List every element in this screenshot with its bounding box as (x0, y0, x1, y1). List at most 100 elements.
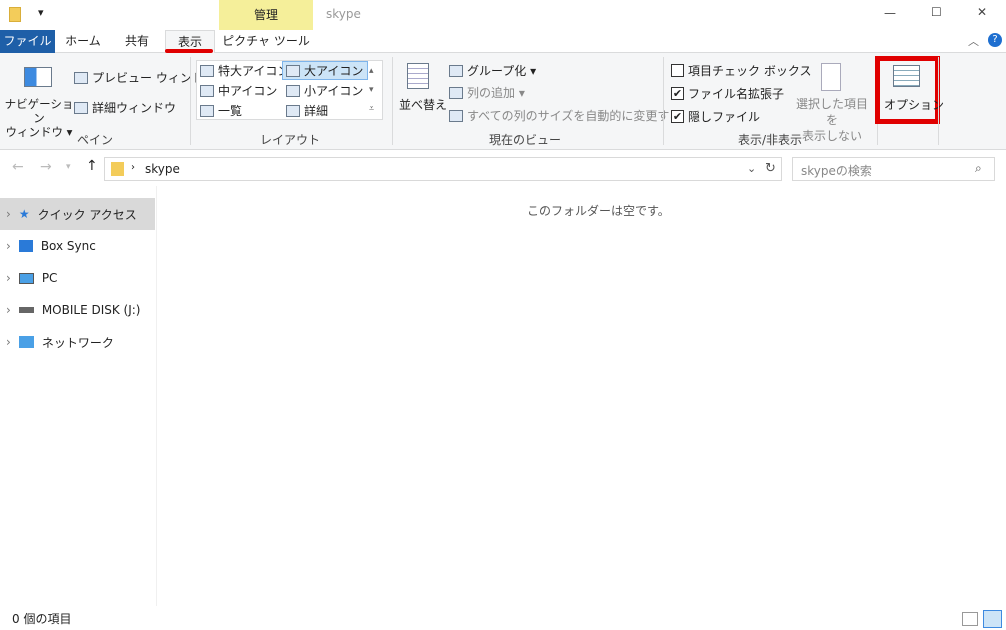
close-button[interactable]: ✕ (977, 5, 987, 19)
minimize-button[interactable]: — (884, 6, 896, 20)
search-icon[interactable]: ⌕ (975, 161, 982, 176)
context-tab-manage[interactable]: 管理 (219, 0, 313, 30)
add-column-button[interactable]: 列の追加 ▾ (449, 84, 525, 101)
layout-label: 中アイコン (218, 84, 278, 98)
medium-icons-icon (200, 84, 214, 97)
details-pane-label: 詳細ウィンドウ (92, 101, 177, 115)
file-extensions-toggle[interactable]: ✔ ファイル名拡張子 (671, 85, 784, 102)
navigation-pane-label: ナビゲーション (4, 97, 74, 125)
small-icons-icon (286, 84, 300, 97)
folder-icon (111, 162, 124, 176)
layout-label: 一覧 (218, 104, 243, 118)
expand-chevron-icon[interactable]: › (6, 303, 11, 317)
layout-label: 詳細 (304, 104, 329, 118)
refresh-icon[interactable]: ↻ (765, 161, 776, 176)
nav-label: クイック アクセス (37, 207, 137, 222)
layout-extra-large[interactable]: 特大アイコン (200, 62, 289, 79)
group-label-show-hide: 表示/非表示 (737, 133, 803, 147)
collapse-ribbon-icon[interactable]: ︿ (968, 33, 979, 49)
expand-chevron-icon[interactable]: › (6, 239, 11, 253)
expand-chevron-icon[interactable]: › (6, 335, 11, 349)
sort-icon (407, 63, 429, 89)
search-box[interactable]: skypeの検索 ⌕ (792, 157, 995, 181)
file-extensions-checkbox[interactable]: ✔ (671, 87, 684, 100)
empty-folder-message: このフォルダーは空です。 (527, 204, 670, 218)
layout-label: 大アイコン (304, 64, 364, 78)
autosize-icon (449, 109, 463, 122)
preview-pane-icon (74, 71, 88, 84)
status-bar: 0 個の項目 (0, 608, 1006, 630)
group-label-layout: レイアウト (259, 133, 320, 147)
hidden-files-checkbox[interactable]: ✔ (671, 110, 684, 123)
layout-label: 小アイコン (304, 84, 364, 98)
tab-file[interactable]: ファイル (0, 30, 55, 53)
tab-picture-tools[interactable]: ピクチャ ツール (219, 30, 313, 53)
nav-item-mobile-disk[interactable]: › MOBILE DISK (J:) (0, 294, 155, 326)
title-bar: ▾ 管理 skype — ☐ ✕ (0, 0, 1006, 30)
large-icons-view-button[interactable] (983, 610, 1002, 628)
quick-access-dropdown[interactable]: ▾ (38, 6, 44, 19)
layout-details[interactable]: 詳細 (286, 102, 328, 119)
nav-label: ネットワーク (41, 335, 114, 350)
hide-selected-label1: 選択した項目を (795, 97, 868, 127)
gallery-scroll[interactable]: ▴ ▾ ⩡ (369, 62, 374, 119)
address-bar[interactable]: › skype ⌄ ↻ (104, 157, 782, 181)
pane-divider[interactable] (156, 186, 157, 606)
recent-locations-dropdown[interactable]: ▾ (66, 162, 71, 172)
item-checkbox-toggle[interactable]: 項目チェック ボックス (671, 62, 811, 79)
layout-medium[interactable]: 中アイコン (200, 82, 277, 99)
layout-large[interactable]: 大アイコン (282, 61, 368, 80)
details-pane-icon (74, 101, 88, 114)
group-label-pane: ペイン (76, 133, 113, 147)
navigation-pane-icon (24, 67, 52, 87)
forward-button[interactable]: → (40, 159, 52, 175)
tab-share[interactable]: 共有 (112, 30, 162, 53)
nav-label: PC (41, 271, 58, 285)
item-count: 0 個の項目 (12, 612, 72, 626)
maximize-button[interactable]: ☐ (931, 5, 942, 19)
hide-selected-icon (821, 63, 841, 91)
up-button[interactable]: ↑ (86, 158, 98, 174)
folder-icon (9, 7, 21, 22)
hidden-files-label: 隠しファイル (688, 110, 761, 124)
nav-item-network[interactable]: › ネットワーク (0, 326, 155, 358)
window-title: skype (326, 7, 361, 21)
layout-label: 特大アイコン (218, 64, 290, 78)
preview-pane-button[interactable]: プレビュー ウィンドウ (74, 69, 216, 86)
drive-icon (18, 307, 34, 313)
breadcrumb-skype[interactable]: skype (145, 162, 180, 176)
pc-icon (18, 272, 34, 284)
ribbon-tabs: ファイル ホーム 共有 表示 ピクチャ ツール ︿ ? (0, 30, 1006, 54)
details-view-button[interactable] (962, 612, 978, 626)
details-pane-button[interactable]: 詳細ウィンドウ (74, 99, 176, 116)
group-by-button[interactable]: グループ化 ▾ (449, 62, 536, 79)
group-icon (449, 64, 463, 77)
expand-chevron-icon[interactable]: › (6, 271, 11, 285)
layout-small[interactable]: 小アイコン (286, 82, 363, 99)
ribbon: ナビゲーション ウィンドウ ▾ プレビュー ウィンドウ 詳細ウィンドウ ペイン … (0, 53, 1006, 150)
nav-item-box-sync[interactable]: › Box Sync (0, 230, 155, 262)
layout-list[interactable]: 一覧 (200, 102, 242, 119)
nav-item-pc[interactable]: › PC (0, 262, 155, 294)
item-checkbox-label: 項目チェック ボックス (688, 64, 812, 78)
options-button[interactable]: オプション (884, 96, 944, 113)
sort-button[interactable]: 並べ替え (399, 96, 447, 113)
item-checkbox-checkbox[interactable] (671, 64, 684, 77)
group-label-current-view: 現在のビュー (488, 133, 561, 147)
search-input[interactable]: skypeの検索 (801, 162, 872, 179)
expand-chevron-icon[interactable]: › (6, 207, 11, 221)
tab-home[interactable]: ホーム (58, 30, 108, 53)
file-extensions-label: ファイル名拡張子 (688, 87, 785, 101)
help-icon[interactable]: ? (988, 33, 1002, 47)
autosize-columns-button[interactable]: すべての列のサイズを自動的に変更する (449, 107, 681, 124)
hidden-files-toggle[interactable]: ✔ 隠しファイル (671, 108, 760, 125)
star-icon: ★ (18, 207, 30, 221)
details-icon (286, 104, 300, 117)
nav-item-quick-access[interactable]: › ★ クイック アクセス (0, 198, 155, 230)
add-column-icon (449, 86, 463, 99)
list-icon (200, 104, 214, 117)
navigation-pane: › ★ クイック アクセス › Box Sync › PC › MOBILE DISK (… (0, 198, 155, 358)
address-dropdown-icon[interactable]: ⌄ (747, 162, 756, 175)
network-icon (18, 336, 34, 348)
back-button[interactable]: ← (12, 159, 24, 175)
